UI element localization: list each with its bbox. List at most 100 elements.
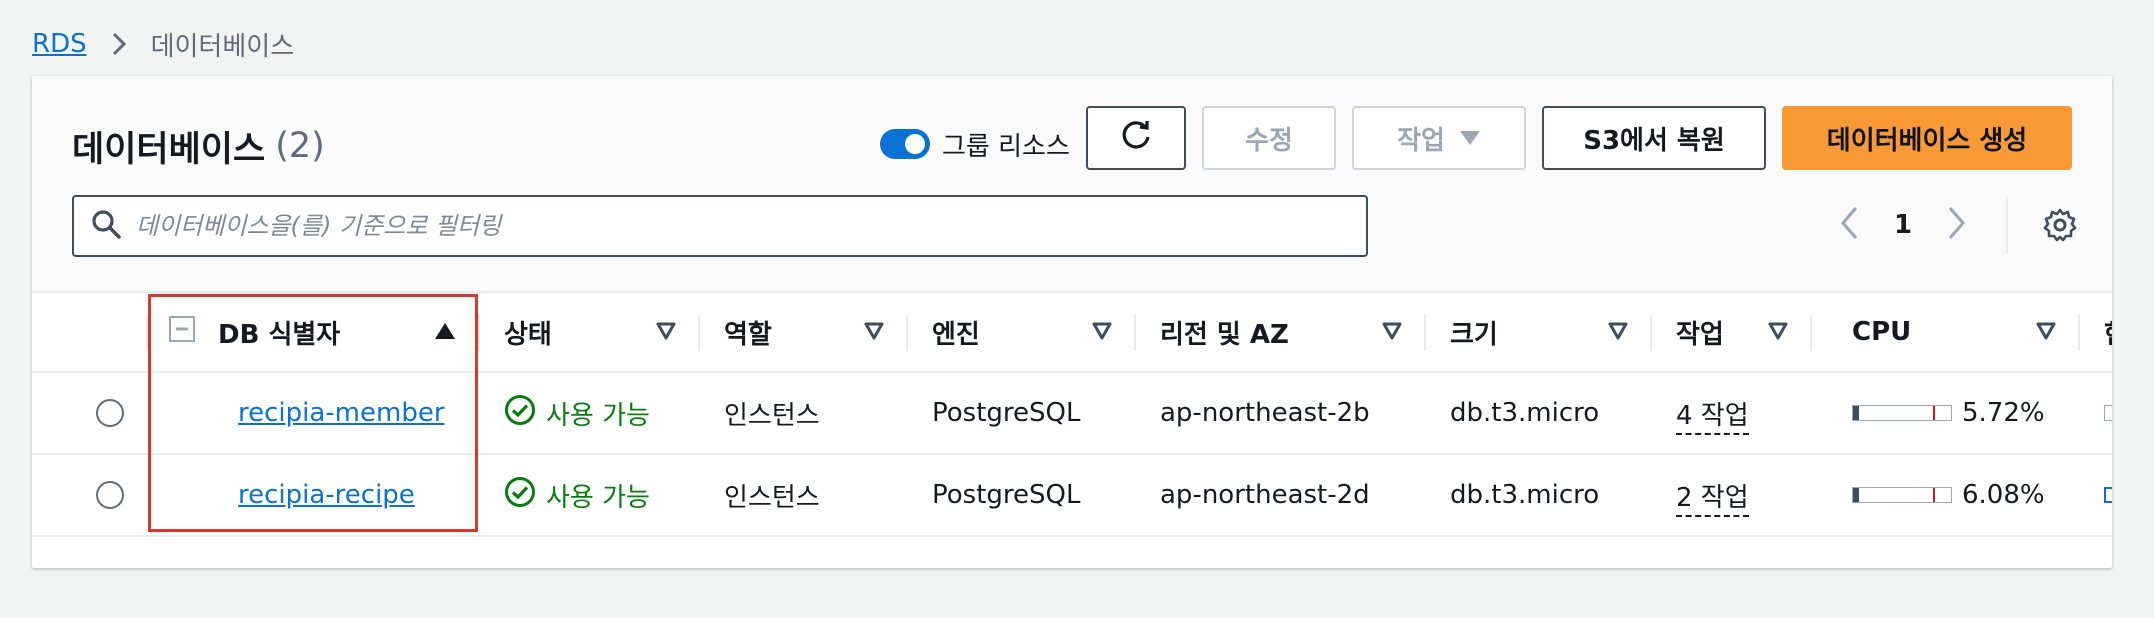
cpu-cell: 6.08% bbox=[1812, 454, 2080, 537]
caret-down-icon bbox=[1459, 123, 1481, 153]
sort-icon bbox=[1608, 317, 1628, 347]
size-cell: db.t3.micro bbox=[1426, 372, 1652, 455]
actions-button-label: 작업 bbox=[1397, 125, 1445, 156]
cpu-usage-bar bbox=[1852, 405, 1952, 421]
sort-icon bbox=[1092, 317, 1112, 347]
column-header-actions[interactable]: 작업 bbox=[1652, 291, 1812, 373]
search-icon bbox=[90, 208, 122, 244]
column-label-actions: 작업 bbox=[1676, 319, 1724, 350]
settings-gear-button[interactable] bbox=[2042, 207, 2078, 247]
cpu-usage-bar bbox=[1852, 487, 1952, 503]
breadcrumb-rds-link[interactable]: RDS bbox=[32, 29, 87, 59]
title-text: 데이터베이스 bbox=[72, 129, 266, 170]
column-label-identifier: DB 식별자 bbox=[218, 319, 341, 350]
identifier-cell: recipia-member bbox=[148, 372, 480, 455]
column-label-next: 현 bbox=[2104, 314, 2112, 351]
column-label-status: 상태 bbox=[504, 319, 552, 350]
pending-actions-link[interactable]: 2 작업 bbox=[1676, 482, 1749, 517]
column-header-engine[interactable]: 엔진 bbox=[908, 291, 1136, 373]
page-title: 데이터베이스 (2) bbox=[72, 116, 325, 176]
table-header-row: DB 식별자 상태 역할 엔진 리전 및 AZ 크기 작업 CPU bbox=[32, 291, 2112, 373]
page-number[interactable]: 1 bbox=[1894, 210, 1912, 240]
actions-cell: 4 작업 bbox=[1652, 372, 1812, 455]
sort-icon bbox=[1382, 317, 1402, 347]
create-database-label: 데이터베이스 생성 bbox=[1826, 125, 2028, 156]
db-identifier-link[interactable]: recipia-recipe bbox=[172, 480, 415, 510]
column-header-cpu[interactable]: CPU bbox=[1812, 291, 2080, 373]
databases-panel: 데이터베이스 (2) 그룹 리소스 수정 작업 S3에서 복원 데이터베이스 생… bbox=[32, 76, 2112, 568]
modify-button-label: 수정 bbox=[1245, 125, 1293, 156]
check-circle-icon bbox=[504, 476, 536, 515]
next-cell bbox=[2080, 454, 2112, 537]
cpu-usage-fill bbox=[1853, 488, 1859, 502]
refresh-button[interactable] bbox=[1086, 106, 1186, 170]
partial-bar bbox=[2104, 487, 2112, 503]
group-resources-label: 그룹 리소스 bbox=[942, 131, 1070, 162]
identifier-cell: recipia-recipe bbox=[148, 454, 480, 537]
engine-cell: PostgreSQL bbox=[908, 372, 1136, 455]
cpu-percent: 6.08% bbox=[1962, 480, 2045, 510]
breadcrumb-current: 데이터베이스 bbox=[150, 31, 295, 62]
column-header-next[interactable]: 현 bbox=[2080, 291, 2112, 373]
status-cell: 사용 가능 bbox=[480, 454, 700, 537]
region-az-cell: ap-northeast-2b bbox=[1136, 372, 1426, 455]
column-header-region-az[interactable]: 리전 및 AZ bbox=[1136, 291, 1426, 373]
column-label-cpu: CPU bbox=[1852, 317, 1912, 347]
row-radio-button[interactable] bbox=[96, 481, 124, 509]
column-header-role[interactable]: 역할 bbox=[700, 291, 908, 373]
cpu-percent: 5.72% bbox=[1962, 398, 2045, 428]
cpu-usage-fill bbox=[1853, 406, 1859, 420]
row-select-cell bbox=[32, 372, 148, 455]
status-text: 사용 가능 bbox=[546, 482, 650, 513]
filter-search-field[interactable] bbox=[72, 195, 1368, 257]
role-cell: 인스턴스 bbox=[700, 372, 908, 455]
chevron-right-icon[interactable] bbox=[1948, 206, 1966, 244]
chevron-right-icon bbox=[87, 31, 151, 57]
cpu-cell: 5.72% bbox=[1812, 372, 2080, 455]
group-resources-toggle[interactable]: 그룹 리소스 bbox=[880, 118, 1070, 170]
column-label-size: 크기 bbox=[1450, 319, 1498, 350]
title-count: (2) bbox=[275, 126, 325, 166]
pagination-divider bbox=[2006, 196, 2008, 254]
column-label-role: 역할 bbox=[724, 319, 772, 350]
size-cell: db.t3.micro bbox=[1426, 454, 1652, 537]
toggle-switch[interactable] bbox=[880, 129, 930, 159]
chevron-left-icon[interactable] bbox=[1840, 206, 1858, 244]
column-header-size[interactable]: 크기 bbox=[1426, 291, 1652, 373]
column-label-region-az: 리전 및 AZ bbox=[1160, 319, 1289, 350]
select-column-header bbox=[32, 291, 148, 373]
databases-table: DB 식별자 상태 역할 엔진 리전 및 AZ 크기 작업 CPU recipi… bbox=[32, 291, 2112, 537]
collapse-all-icon[interactable] bbox=[168, 315, 196, 350]
column-header-identifier[interactable]: DB 식별자 bbox=[148, 291, 480, 373]
db-identifier-link[interactable]: recipia-member bbox=[172, 398, 445, 428]
sort-icon bbox=[2036, 317, 2056, 347]
sort-icon bbox=[864, 317, 884, 347]
column-header-status[interactable]: 상태 bbox=[480, 291, 700, 373]
sort-icon bbox=[1768, 317, 1788, 347]
pagination: 1 bbox=[1840, 200, 1966, 250]
search-input[interactable] bbox=[136, 197, 1366, 255]
pending-actions-link[interactable]: 4 작업 bbox=[1676, 400, 1749, 435]
column-label-engine: 엔진 bbox=[932, 319, 980, 350]
status-text: 사용 가능 bbox=[546, 400, 650, 431]
restore-from-s3-button[interactable]: S3에서 복원 bbox=[1542, 106, 1766, 170]
refresh-icon bbox=[1119, 118, 1153, 159]
table-row[interactable]: recipia-member 사용 가능 인스턴스 PostgreSQL ap-… bbox=[32, 372, 2112, 455]
breadcrumb: RDS 데이터베이스 bbox=[32, 24, 294, 64]
sort-icon bbox=[656, 317, 676, 347]
modify-button[interactable]: 수정 bbox=[1202, 106, 1336, 170]
sort-ascending-icon[interactable] bbox=[434, 317, 456, 347]
partial-bar bbox=[2104, 405, 2112, 421]
actions-dropdown-button[interactable]: 작업 bbox=[1352, 106, 1526, 170]
row-select-cell bbox=[32, 454, 148, 537]
next-cell bbox=[2080, 372, 2112, 455]
create-database-button[interactable]: 데이터베이스 생성 bbox=[1782, 106, 2072, 170]
gear-icon bbox=[2042, 208, 2078, 247]
table-row[interactable]: recipia-recipe 사용 가능 인스턴스 PostgreSQL ap-… bbox=[32, 454, 2112, 537]
role-cell: 인스턴스 bbox=[700, 454, 908, 537]
region-az-cell: ap-northeast-2d bbox=[1136, 454, 1426, 537]
row-radio-button[interactable] bbox=[96, 399, 124, 427]
engine-cell: PostgreSQL bbox=[908, 454, 1136, 537]
restore-s3-label: S3에서 복원 bbox=[1583, 125, 1725, 156]
actions-cell: 2 작업 bbox=[1652, 454, 1812, 537]
